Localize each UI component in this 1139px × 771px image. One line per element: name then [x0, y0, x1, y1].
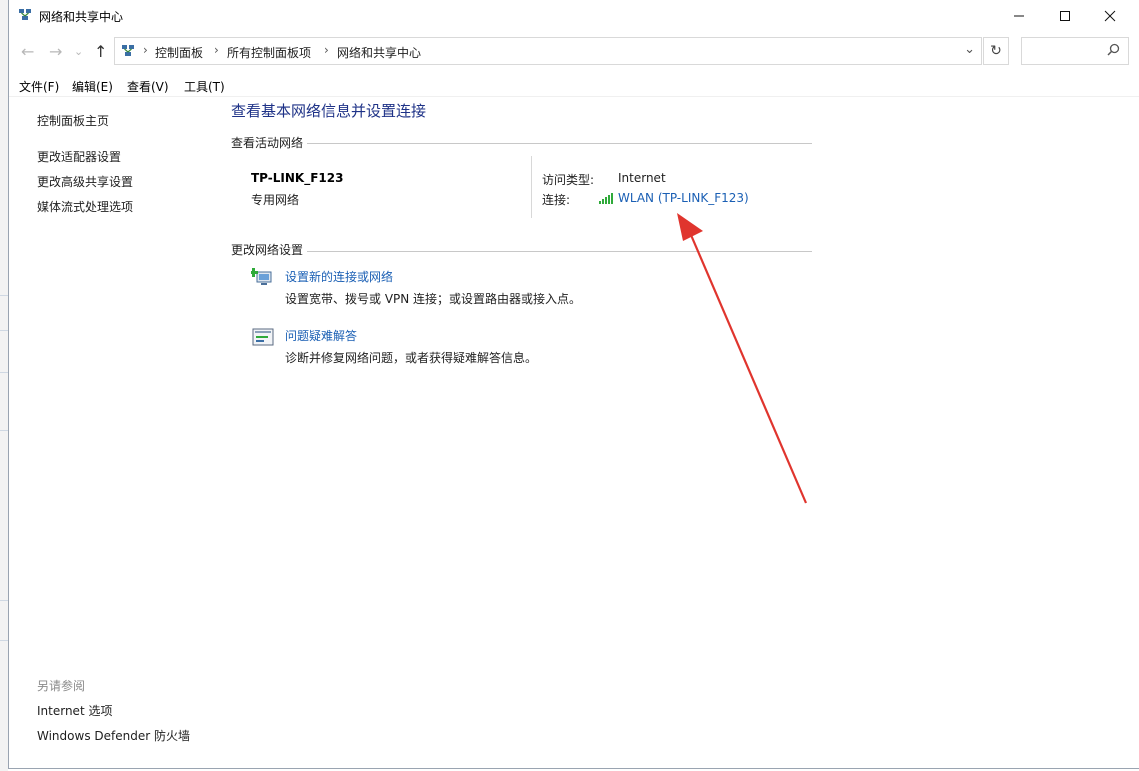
network-type[interactable]: 专用网络: [251, 191, 299, 208]
connection-label: 连接:: [542, 193, 571, 207]
troubleshoot-desc: 诊断并修复网络问题，或者获得疑难解答信息。: [285, 351, 538, 365]
breadcrumb-network-center[interactable]: 网络和共享中心: [337, 44, 421, 61]
see-also-internet-options[interactable]: Internet 选项: [37, 702, 112, 719]
minimize-button[interactable]: [996, 0, 1042, 32]
search-input[interactable]: [1021, 37, 1129, 65]
page-title: 查看基本网络信息并设置连接: [231, 102, 427, 120]
troubleshoot-link[interactable]: 问题疑难解答: [285, 327, 357, 344]
sidebar-item-adapter[interactable]: 更改适配器设置: [37, 148, 121, 165]
window-title: 网络和共享中心: [39, 10, 124, 24]
access-type-value: Internet: [618, 171, 666, 185]
address-dropdown-icon[interactable]: ⌄: [964, 42, 975, 57]
search-icon: [1107, 43, 1120, 56]
breadcrumb-control-panel[interactable]: 控制面板: [155, 44, 203, 61]
see-also-title: 另请参阅: [37, 679, 86, 693]
maximize-icon: [1060, 11, 1070, 21]
network-name: TP-LINK_F123: [251, 171, 344, 185]
wifi-signal-icon: [599, 193, 613, 204]
back-button[interactable]: ←: [21, 42, 34, 61]
new-connection-icon: [251, 268, 272, 285]
network-location-icon: [122, 45, 134, 56]
network-sharing-window: 网络和共享中心 ← → ⌄ ↑ › 控制面板 › 所有控制面板项 › 网络和共享…: [8, 0, 1139, 769]
see-also-defender-firewall[interactable]: Windows Defender 防火墙: [37, 727, 190, 744]
active-networks-heading: 查看活动网络: [231, 136, 304, 150]
troubleshoot-icon: [252, 328, 274, 346]
section-divider: [307, 143, 812, 144]
sidebar-item-advanced-sharing[interactable]: 更改高级共享设置: [37, 173, 133, 190]
annotation-arrow: [677, 213, 808, 504]
minimize-icon: [1014, 15, 1024, 17]
refresh-button[interactable]: ↻: [983, 37, 1009, 65]
forward-button[interactable]: →: [49, 42, 62, 61]
refresh-icon: ↻: [990, 43, 1002, 59]
access-type-label: 访问类型:: [542, 173, 595, 187]
menu-tools[interactable]: 工具(T): [184, 78, 225, 95]
vertical-divider: [531, 156, 532, 218]
sidebar-item-home[interactable]: 控制面板主页: [37, 112, 109, 129]
maximize-button[interactable]: [1042, 0, 1088, 32]
background-window-edge: [0, 0, 8, 771]
breadcrumb-all-items[interactable]: 所有控制面板项: [227, 44, 311, 61]
close-button[interactable]: [1087, 0, 1133, 32]
recent-locations-button[interactable]: ⌄: [74, 45, 83, 58]
menu-edit[interactable]: 编辑(E): [72, 78, 113, 95]
breadcrumb-separator: ›: [143, 43, 148, 57]
address-row: ← → ⌄ ↑ › 控制面板 › 所有控制面板项 › 网络和共享中心 ⌄ ↻: [9, 34, 1139, 68]
change-settings-heading: 更改网络设置: [231, 243, 304, 257]
sidebar: 控制面板主页 更改适配器设置 更改高级共享设置 媒体流式处理选项 另请参阅 In…: [9, 96, 224, 766]
setup-connection-desc: 设置宽带、拨号或 VPN 连接；或设置路由器或接入点。: [285, 292, 582, 306]
sidebar-item-media-streaming[interactable]: 媒体流式处理选项: [37, 198, 133, 215]
up-button[interactable]: ↑: [94, 42, 107, 61]
menu-file[interactable]: 文件(F): [19, 78, 59, 95]
network-app-icon: [19, 9, 31, 20]
menu-bar: 文件(F) 编辑(E) 查看(V) 工具(T): [9, 74, 1139, 97]
title-bar: 网络和共享中心: [9, 0, 1139, 32]
wlan-connection-link[interactable]: WLAN (TP-LINK_F123): [618, 191, 749, 205]
menu-view[interactable]: 查看(V): [127, 78, 169, 95]
breadcrumb-separator: ›: [324, 43, 329, 57]
setup-connection-link[interactable]: 设置新的连接或网络: [285, 268, 393, 285]
breadcrumb-separator: ›: [214, 43, 219, 57]
address-bar[interactable]: › 控制面板 › 所有控制面板项 › 网络和共享中心 ⌄: [114, 37, 982, 65]
close-icon: [1104, 10, 1116, 22]
